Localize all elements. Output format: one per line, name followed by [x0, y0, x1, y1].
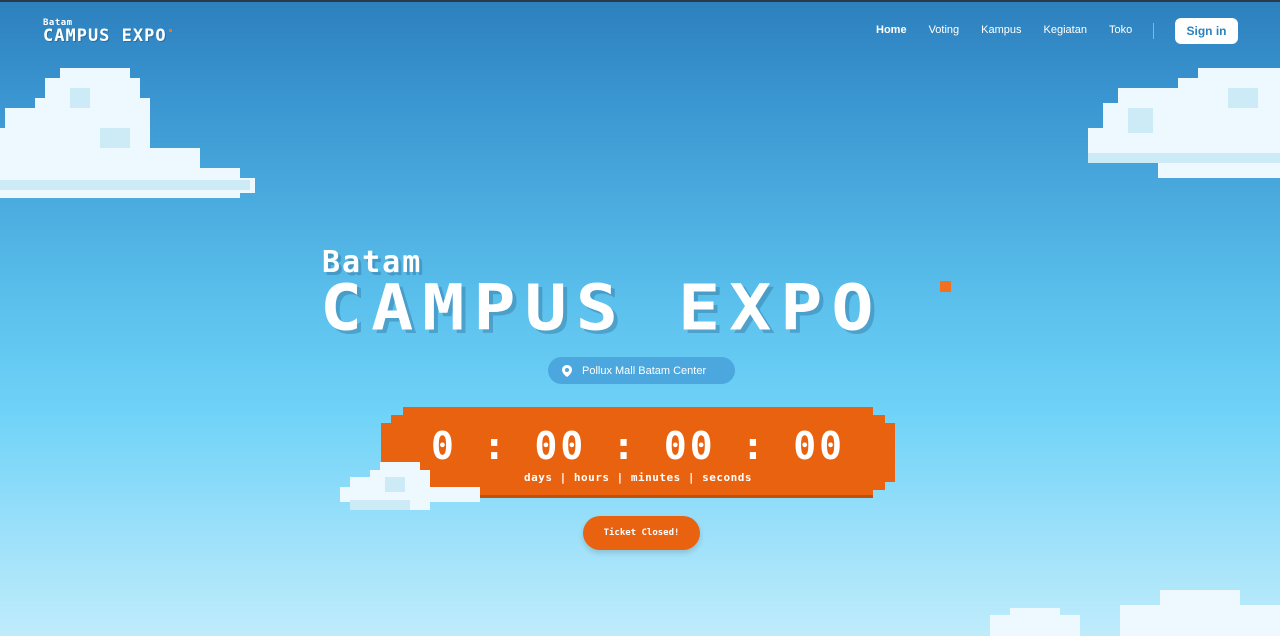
signin-button[interactable]: Sign in	[1175, 18, 1238, 44]
cloud-bottom-right	[990, 590, 1280, 636]
brand-logo[interactable]: Batam CAMPUS EXPO	[43, 19, 172, 46]
location-text: Pollux Mall Batam Center	[582, 364, 707, 377]
brand-dot	[168, 29, 172, 32]
hero-title-dot	[940, 281, 951, 292]
nav-link-kampus[interactable]: Kampus	[981, 24, 1021, 36]
nav-link-kegiatan[interactable]: Kegiatan	[1044, 24, 1087, 36]
hero-title-big: CAMPUS EXPO	[320, 271, 883, 345]
nav-link-home[interactable]: Home	[876, 24, 907, 36]
cloud-top-left	[0, 68, 255, 198]
nav-links: Home Voting Kampus Kegiatan Toko	[876, 24, 1154, 36]
countdown-value: 0 : 00 : 00 : 00	[430, 424, 846, 468]
map-pin-icon	[562, 364, 572, 377]
cloud-countdown	[340, 462, 480, 510]
nav-divider	[1153, 23, 1154, 39]
location-badge: Pollux Mall Batam Center	[548, 357, 735, 384]
ticket-closed-button[interactable]: Ticket Closed!	[583, 516, 700, 550]
nav-link-voting[interactable]: Voting	[929, 24, 960, 36]
cloud-top-right	[1088, 68, 1280, 178]
navbar: Batam CAMPUS EXPO Home Voting Kampus Keg…	[0, 2, 1280, 62]
brand-big-text: CAMPUS EXPO	[43, 26, 167, 46]
nav-link-toko[interactable]: Toko	[1109, 24, 1132, 36]
